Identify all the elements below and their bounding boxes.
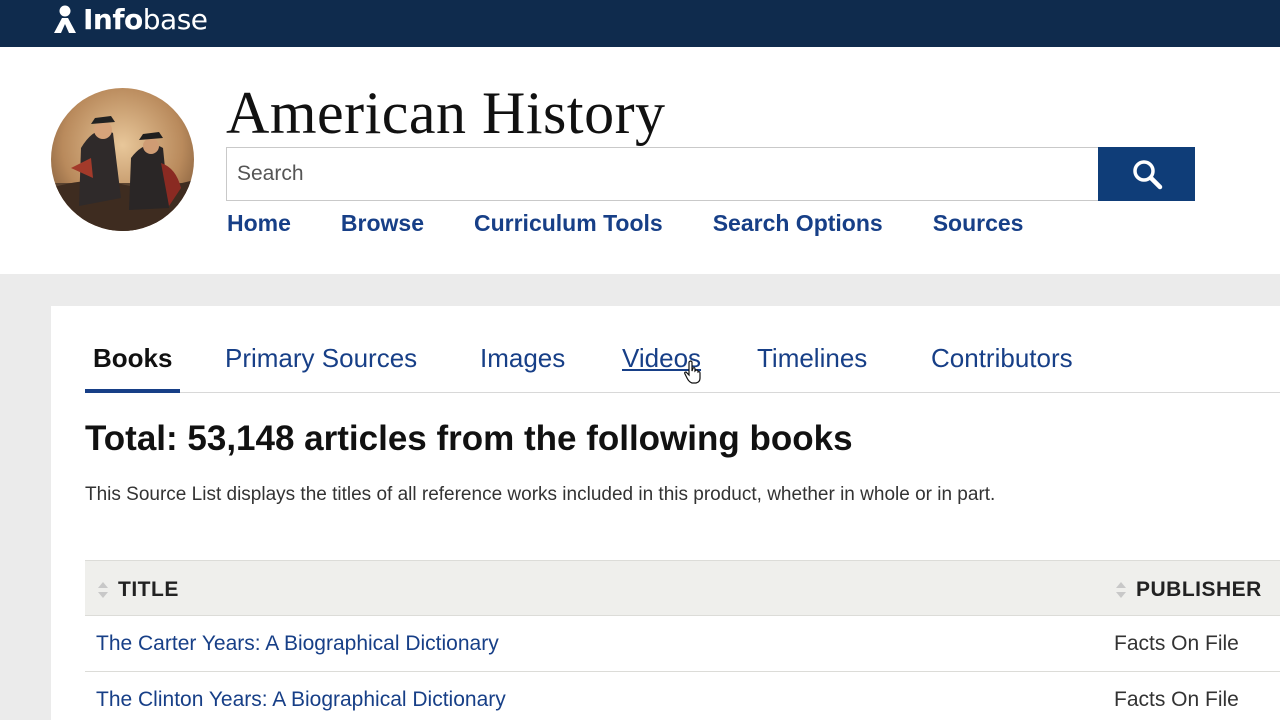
tab-timelines[interactable]: Timelines — [757, 343, 867, 374]
nav-search-options[interactable]: Search Options — [713, 210, 883, 240]
column-title-header[interactable]: TITLE — [97, 578, 179, 602]
active-tab-indicator — [85, 389, 180, 393]
main-nav: Home Browse Curriculum Tools Search Opti… — [227, 210, 1073, 240]
content-panel: Books Primary Sources Images Videos Time… — [51, 306, 1280, 720]
book-publisher: Facts On File — [1114, 632, 1239, 655]
tab-primary-sources[interactable]: Primary Sources — [225, 343, 417, 374]
nav-home[interactable]: Home — [227, 210, 291, 240]
painting-image — [51, 88, 194, 231]
book-title-link[interactable]: The Clinton Years: A Biographical Dictio… — [96, 688, 506, 712]
table-row: The Clinton Years: A Biographical Dictio… — [85, 672, 1280, 720]
books-table: TITLE PUBLISHER The Carter Years: A Biog… — [85, 560, 1280, 720]
page-title: American History — [226, 80, 666, 146]
source-tabs: Books Primary Sources Images Videos Time… — [85, 306, 1280, 393]
brand-name: Infobase — [83, 2, 208, 36]
infobase-logo[interactable]: Infobase — [52, 2, 208, 36]
tab-books[interactable]: Books — [93, 343, 172, 374]
table-header: TITLE PUBLISHER — [85, 560, 1280, 616]
top-bar: Infobase — [0, 0, 1280, 47]
search-button[interactable] — [1098, 147, 1195, 201]
source-list-description: This Source List displays the titles of … — [85, 484, 996, 505]
tab-contributors[interactable]: Contributors — [931, 343, 1073, 374]
book-publisher: Facts On File — [1114, 688, 1239, 711]
sort-icon — [1116, 582, 1126, 598]
book-title-link[interactable]: The Carter Years: A Biographical Diction… — [96, 632, 499, 656]
sort-icon — [98, 582, 108, 598]
search-icon — [1132, 160, 1162, 190]
person-icon — [54, 5, 76, 33]
tab-images[interactable]: Images — [480, 343, 565, 374]
nav-curriculum-tools[interactable]: Curriculum Tools — [474, 210, 663, 240]
site-logo-painting[interactable] — [51, 88, 194, 231]
column-publisher-header[interactable]: PUBLISHER — [1115, 578, 1262, 602]
nav-sources[interactable]: Sources — [933, 210, 1024, 240]
hand-cursor-icon — [684, 360, 701, 384]
search-field[interactable] — [226, 147, 1098, 201]
table-row: The Carter Years: A Biographical Diction… — [85, 616, 1280, 672]
nav-browse[interactable]: Browse — [341, 210, 424, 240]
search-input[interactable] — [227, 148, 1098, 200]
results-total: Total: 53,148 articles from the followin… — [85, 419, 853, 458]
site-header: American History Home Browse Curriculum … — [0, 47, 1280, 274]
